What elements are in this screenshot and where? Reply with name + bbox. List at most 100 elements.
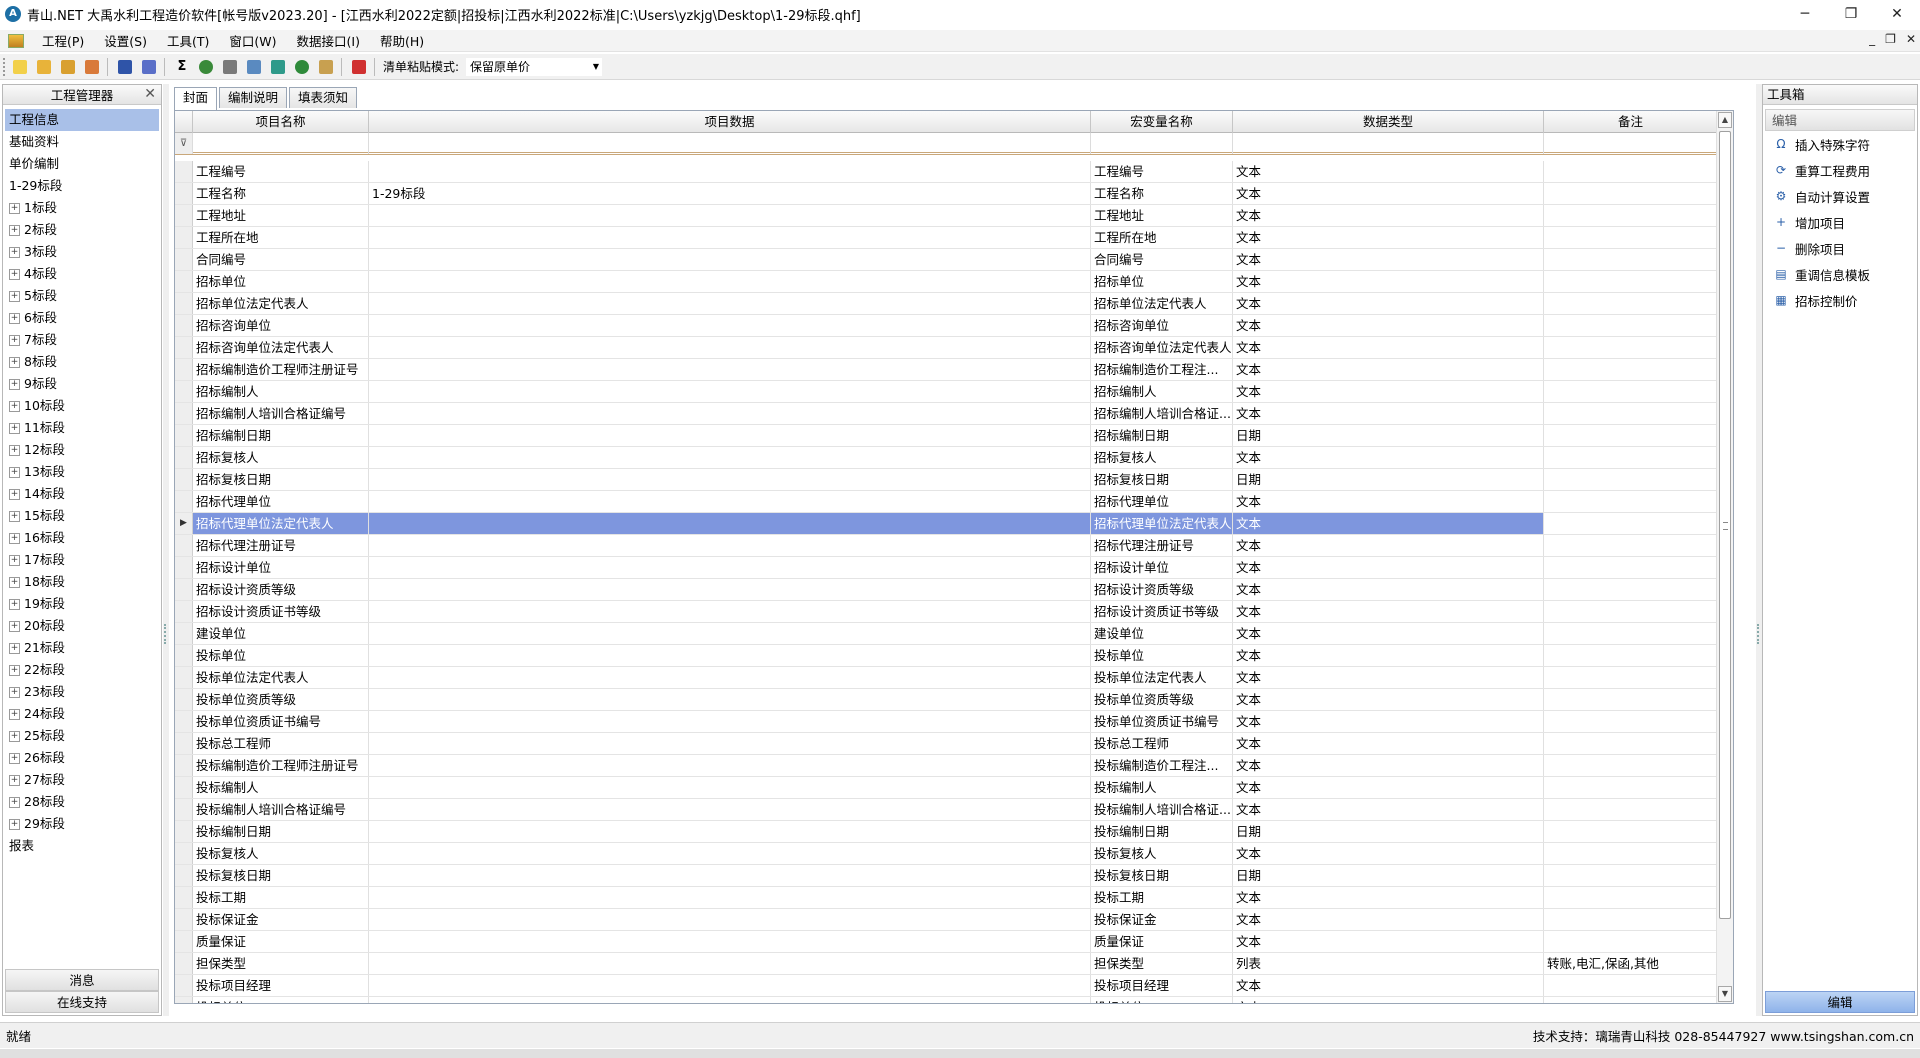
table-row[interactable]: 投标单位 投标单位 文本 (175, 645, 1718, 667)
row-header[interactable] (175, 975, 193, 996)
cell-project-data[interactable] (369, 271, 1091, 292)
toolbox-tool[interactable]: Ω 插入特殊字符 (1763, 131, 1917, 157)
home-button[interactable] (315, 56, 337, 78)
link-button[interactable] (219, 56, 241, 78)
cell-remarks[interactable] (1544, 645, 1718, 666)
cell-data-type[interactable]: 日期 (1233, 865, 1544, 886)
row-header[interactable] (175, 843, 193, 864)
cell-macro-name[interactable]: 招标代理单位法定代表人 (1091, 513, 1233, 534)
cell-project-data[interactable] (369, 645, 1091, 666)
cell-macro-name[interactable]: 工程所在地 (1091, 227, 1233, 248)
cell-project-name[interactable]: 招标编制人培训合格证编号 (193, 403, 369, 424)
tree-item[interactable]: +5标段 (3, 285, 161, 307)
tree-item[interactable]: 基础资料 (3, 131, 161, 153)
cell-project-name[interactable]: 投标单位 (193, 997, 369, 1003)
table-row[interactable]: 投标保证金 投标保证金 文本 (175, 909, 1718, 931)
close-icon[interactable]: ✕ (144, 86, 156, 102)
cell-macro-name[interactable]: 投标编制人培训合格证... (1091, 799, 1233, 820)
table-row[interactable]: 招标咨询单位法定代表人 招标咨询单位法定代表人 文本 (175, 337, 1718, 359)
cell-project-name[interactable]: 投标项目经理 (193, 975, 369, 996)
cell-project-data[interactable] (369, 469, 1091, 490)
cell-project-data[interactable] (369, 491, 1091, 512)
cell-project-name[interactable]: 招标代理注册证号 (193, 535, 369, 556)
cell-macro-name[interactable]: 质量保证 (1091, 931, 1233, 952)
toolbox-tool[interactable]: + 增加项目 (1763, 209, 1917, 235)
column-header-macro-name[interactable]: 宏变量名称 (1091, 111, 1233, 133)
cell-data-type[interactable]: 日期 (1233, 469, 1544, 490)
cell-project-data[interactable] (369, 601, 1091, 622)
cell-macro-name[interactable]: 投标项目经理 (1091, 975, 1233, 996)
cell-project-name[interactable]: 招标设计资质等级 (193, 579, 369, 600)
table-row[interactable]: 质量保证 质量保证 文本 (175, 931, 1718, 953)
row-header[interactable] (175, 249, 193, 270)
expand-icon[interactable]: + (9, 664, 20, 676)
cell-data-type[interactable]: 文本 (1233, 249, 1544, 270)
cell-project-name[interactable]: 招标咨询单位法定代表人 (193, 337, 369, 358)
cell-macro-name[interactable]: 投标编制日期 (1091, 821, 1233, 842)
cell-project-data[interactable] (369, 975, 1091, 996)
cell-project-data[interactable] (369, 425, 1091, 446)
cell-macro-name[interactable]: 招标单位法定代表人 (1091, 293, 1233, 314)
cell-project-name[interactable]: 投标编制日期 (193, 821, 369, 842)
cell-project-name[interactable]: 投标单位 (193, 645, 369, 666)
table-row[interactable]: 招标代理单位 招标代理单位 文本 (175, 491, 1718, 513)
table-row[interactable]: 投标工期 投标工期 文本 (175, 887, 1718, 909)
cell-project-name[interactable]: 招标编制人 (193, 381, 369, 402)
row-header[interactable] (175, 359, 193, 380)
cell-remarks[interactable] (1544, 997, 1718, 1003)
cell-remarks[interactable] (1544, 557, 1718, 578)
table-row[interactable]: 工程名称 1-29标段 工程名称 文本 (175, 183, 1718, 205)
tree-item[interactable]: 报表 (3, 835, 161, 857)
cell-remarks[interactable] (1544, 623, 1718, 644)
cell-data-type[interactable]: 文本 (1233, 601, 1544, 622)
tree-item[interactable]: +20标段 (3, 615, 161, 637)
tree-item[interactable]: +13标段 (3, 461, 161, 483)
cell-macro-name[interactable]: 招标复核人 (1091, 447, 1233, 468)
row-header[interactable] (175, 381, 193, 402)
cell-project-data[interactable] (369, 337, 1091, 358)
cell-macro-name[interactable]: 招标咨询单位 (1091, 315, 1233, 336)
cell-project-name[interactable]: 合同编号 (193, 249, 369, 270)
cell-project-name[interactable]: 招标代理单位 (193, 491, 369, 512)
table-row[interactable]: 招标设计资质等级 招标设计资质等级 文本 (175, 579, 1718, 601)
tree-item[interactable]: +23标段 (3, 681, 161, 703)
cell-data-type[interactable]: 文本 (1233, 887, 1544, 908)
row-header[interactable] (175, 161, 193, 182)
tree-item[interactable]: +4标段 (3, 263, 161, 285)
tree-item[interactable]: 1-29标段 (3, 175, 161, 197)
toolbox-tool[interactable]: ▤ 重调信息模板 (1763, 261, 1917, 287)
cell-data-type[interactable]: 文本 (1233, 711, 1544, 732)
cell-project-data[interactable] (369, 777, 1091, 798)
table-row[interactable]: 投标复核人 投标复核人 文本 (175, 843, 1718, 865)
cell-remarks[interactable] (1544, 161, 1718, 182)
cell-project-data[interactable] (369, 315, 1091, 336)
tree-item[interactable]: +25标段 (3, 725, 161, 747)
tree-item[interactable]: +9标段 (3, 373, 161, 395)
tree-item[interactable]: +8标段 (3, 351, 161, 373)
cell-remarks[interactable] (1544, 205, 1718, 226)
menu-window[interactable]: 窗口(W) (219, 31, 286, 50)
minimize-button[interactable]: ─ (1782, 0, 1828, 28)
cell-macro-name[interactable]: 投标单位资质等级 (1091, 689, 1233, 710)
cell-remarks[interactable] (1544, 403, 1718, 424)
cell-macro-name[interactable]: 投标复核人 (1091, 843, 1233, 864)
cell-macro-name[interactable]: 投标单位 (1091, 997, 1233, 1003)
tree-item[interactable]: 工程信息 (5, 109, 159, 131)
save-all-button[interactable] (138, 56, 160, 78)
cell-project-data[interactable]: 1-29标段 (369, 183, 1091, 204)
row-header[interactable] (175, 293, 193, 314)
cell-macro-name[interactable]: 投标单位资质证书编号 (1091, 711, 1233, 732)
cell-data-type[interactable]: 文本 (1233, 359, 1544, 380)
cell-project-data[interactable] (369, 579, 1091, 600)
tab-cover[interactable]: 封面 (174, 87, 218, 110)
tree-item[interactable]: +16标段 (3, 527, 161, 549)
cell-data-type[interactable]: 文本 (1233, 491, 1544, 512)
table-row[interactable]: 招标复核日期 招标复核日期 日期 (175, 469, 1718, 491)
left-splitter[interactable] (163, 84, 169, 1016)
row-header[interactable] (175, 777, 193, 798)
cell-data-type[interactable]: 文本 (1233, 513, 1544, 534)
tree-item[interactable]: +15标段 (3, 505, 161, 527)
cell-remarks[interactable] (1544, 579, 1718, 600)
expand-icon[interactable]: + (9, 642, 20, 654)
row-header[interactable] (175, 491, 193, 512)
